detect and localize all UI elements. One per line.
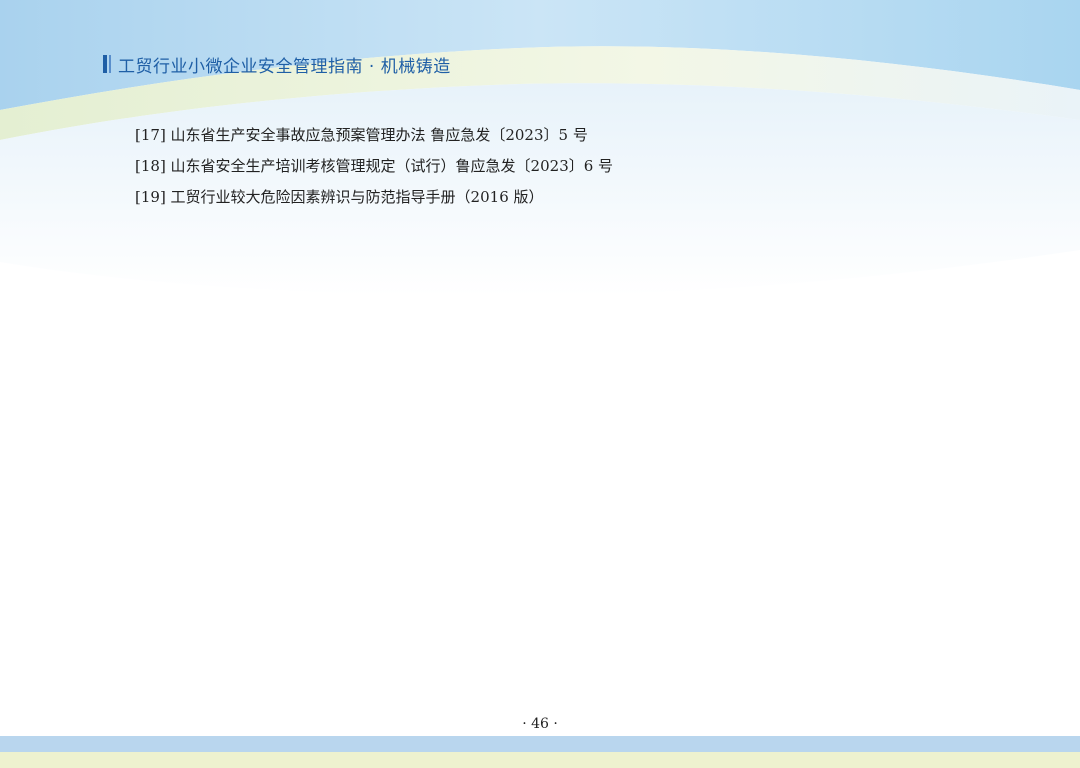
reference-list: [17] 山东省生产安全事故应急预案管理办法 鲁应急发〔2023〕5 号 [18… (135, 120, 613, 213)
page-number: · 46 · (522, 716, 558, 732)
running-header: 工贸行业小微企业安全管理指南 · 机械铸造 (103, 52, 451, 77)
header-accent-bar (103, 55, 107, 73)
header-accent-bar-thin (109, 55, 111, 73)
footer-band-yellow (0, 752, 1080, 768)
reference-item: [17] 山东省生产安全事故应急预案管理办法 鲁应急发〔2023〕5 号 (135, 126, 588, 144)
reference-item: [19] 工贸行业较大危险因素辨识与防范指导手册（2016 版） (135, 188, 544, 206)
footer-band-blue (0, 736, 1080, 752)
header-title: 工贸行业小微企业安全管理指南 · 机械铸造 (118, 56, 451, 77)
reference-item: [18] 山东省安全生产培训考核管理规定（试行）鲁应急发〔2023〕6 号 (135, 157, 614, 175)
